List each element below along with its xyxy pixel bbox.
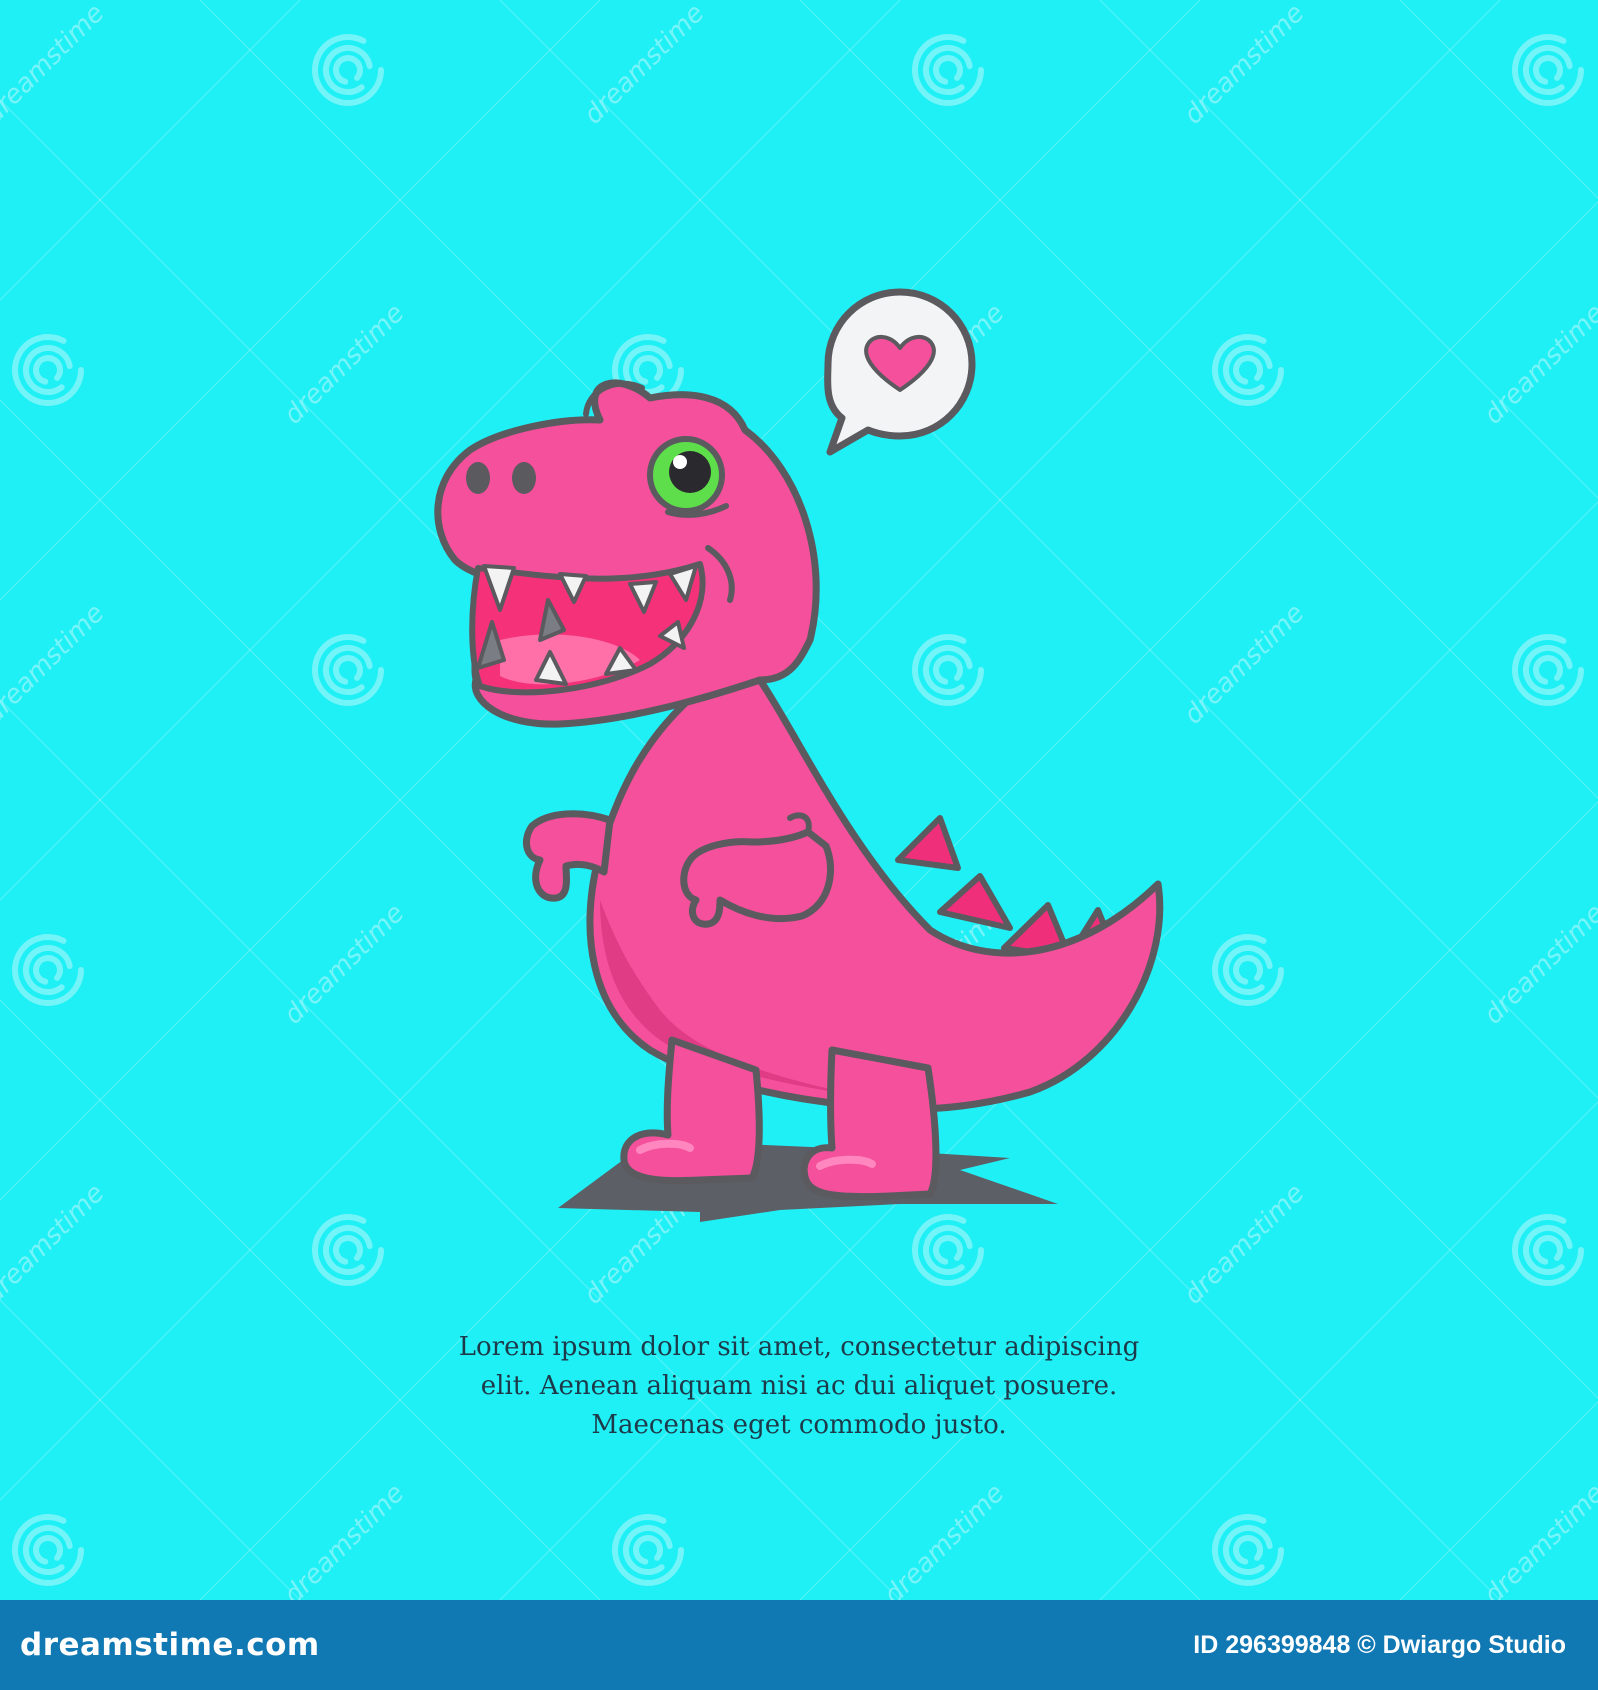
illustration-canvas: dreamstime dreamstime dreamstime dreamstime… — [0, 0, 1598, 1600]
caption-line-1: Lorem ipsum dolor sit amet, consectetur … — [458, 1332, 1140, 1362]
caption-text: Lorem ipsum dolor sit amet, consectetur … — [399, 1328, 1199, 1445]
eye-highlight — [673, 455, 687, 469]
nostril-right — [512, 462, 536, 494]
dino-right-arm — [680, 828, 835, 928]
caption-line-2: elit. Aenean aliquam nisi ac dui aliquet… — [480, 1371, 1118, 1401]
footer-bar: dreamstime.com ID 296399848 © Dwiargo St… — [0, 1600, 1598, 1690]
footer-credit: ID 296399848 © Dwiargo Studio — [1193, 1630, 1566, 1659]
nostril-left — [466, 462, 490, 494]
caption-line-3: Maecenas eget commodo justo. — [591, 1410, 1007, 1440]
footer-brand[interactable]: dreamstime.com — [20, 1627, 320, 1663]
